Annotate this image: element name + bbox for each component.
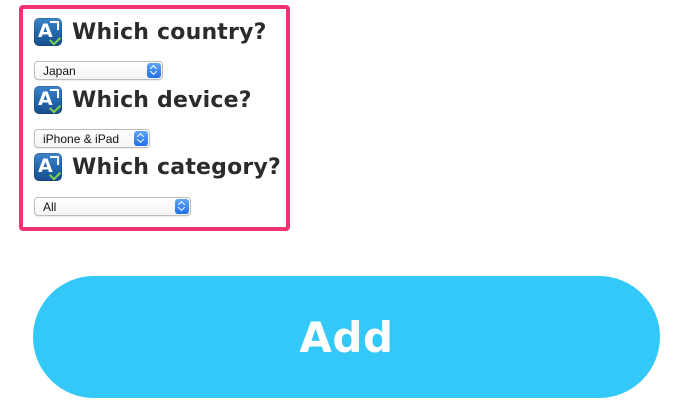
country-select[interactable]: Japan: [34, 61, 163, 80]
app-store-icon: A: [34, 86, 62, 114]
device-heading: A Which device?: [34, 85, 252, 115]
device-title: Which device?: [72, 87, 252, 113]
category-heading: A Which category?: [34, 152, 281, 182]
chevron-up-down-icon: [147, 63, 161, 78]
add-button-label: Add: [299, 312, 394, 362]
device-select[interactable]: iPhone & iPad: [34, 129, 150, 148]
category-title: Which category?: [72, 154, 281, 180]
app-store-icon: A: [34, 18, 62, 46]
category-select[interactable]: All: [34, 197, 191, 216]
chevron-up-down-icon: [134, 131, 148, 146]
add-button[interactable]: Add: [33, 276, 660, 398]
chevron-up-down-icon: [175, 199, 189, 214]
country-select-value: Japan: [43, 64, 76, 78]
country-heading: A Which country?: [34, 17, 267, 47]
category-select-value: All: [43, 200, 57, 214]
page: A Which country? Japan A Which device? i…: [0, 0, 682, 420]
app-store-icon: A: [34, 153, 62, 181]
device-select-value: iPhone & iPad: [43, 132, 120, 146]
country-title: Which country?: [72, 19, 267, 45]
